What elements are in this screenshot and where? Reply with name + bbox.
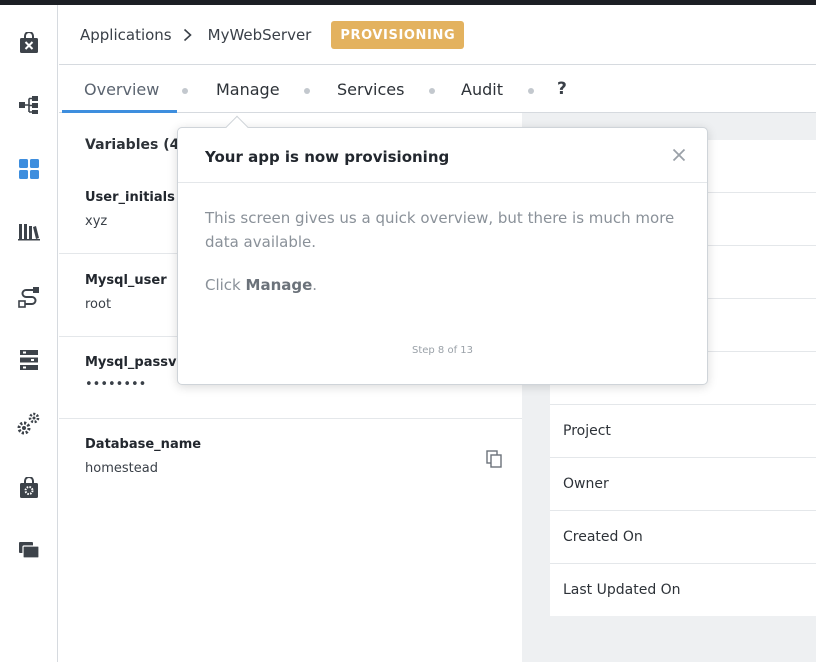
sidebar-item-endpoints[interactable] [0, 340, 58, 380]
copy-icon[interactable] [486, 450, 502, 468]
tab-separator-dot [429, 88, 435, 94]
tab-bar: Overview Manage Services Audit ? [59, 66, 816, 113]
detail-row-created-on: Created On [550, 511, 816, 564]
detail-label: Owner [563, 476, 609, 492]
help-button[interactable]: ? [557, 79, 567, 99]
sidebar-item-settings[interactable] [0, 404, 58, 444]
instruction-target: Manage [245, 276, 313, 294]
tab-audit[interactable]: Audit [461, 80, 503, 99]
popover-step-counter: Step 8 of 13 [411, 345, 474, 356]
breadcrumb: Applications MyWebServer PROVISIONING [59, 5, 816, 65]
detail-label: Project [563, 423, 611, 439]
breadcrumb-current: MyWebServer [207, 25, 312, 44]
chevron-right-icon [183, 28, 195, 42]
variable-value: homestead [85, 461, 158, 476]
app-store-icon [20, 32, 38, 53]
popover-instruction: Click Manage. [205, 276, 317, 294]
variable-name: Mysql_passv [85, 355, 177, 370]
popover-close-button[interactable] [668, 144, 690, 166]
detail-row-project: Project [550, 405, 816, 458]
marketplace-icon [20, 477, 38, 498]
sidebar-item-library[interactable] [0, 211, 58, 251]
detail-label: Created On [563, 529, 643, 545]
sidebar-item-app-store[interactable] [0, 23, 58, 63]
variable-value: root [85, 297, 112, 312]
library-icon [18, 224, 40, 241]
sidebar-item-applications[interactable] [0, 149, 58, 189]
instruction-prefix: Click [205, 276, 246, 294]
tab-overview[interactable]: Overview [84, 80, 159, 99]
sidebar-item-runbooks[interactable] [0, 277, 58, 317]
divider [59, 418, 522, 419]
close-icon [672, 148, 686, 162]
variable-name: Database_name [85, 437, 202, 452]
variables-title: Variables (4 [85, 137, 180, 153]
blueprint-icon [19, 96, 38, 114]
endpoints-icon [20, 350, 38, 370]
variable-value: •••••••• [85, 377, 147, 392]
walkthrough-popover: Your app is now provisioning This screen… [177, 115, 708, 385]
tab-services[interactable]: Services [337, 80, 404, 99]
tab-separator-dot [304, 88, 310, 94]
tab-separator-dot [182, 88, 188, 94]
sidebar [0, 5, 58, 662]
variable-value: xyz [85, 214, 108, 229]
sidebar-item-marketplace[interactable] [0, 468, 58, 508]
variable-name: Mysql_user [85, 273, 167, 288]
detail-row-last-updated-on: Last Updated On [550, 564, 816, 617]
detail-row-owner: Owner [550, 458, 816, 511]
tab-manage[interactable]: Manage [216, 80, 280, 99]
instruction-suffix: . [312, 276, 318, 294]
runbooks-icon [18, 287, 39, 308]
popover-body: This screen gives us a quick overview, b… [205, 209, 675, 251]
detail-label: Last Updated On [563, 582, 681, 598]
tab-separator-dot [528, 88, 534, 94]
sidebar-item-folders[interactable] [0, 530, 58, 570]
applications-icon [19, 159, 39, 179]
popover-title: Your app is now provisioning [205, 148, 450, 166]
folders-icon [19, 542, 40, 559]
sidebar-item-blueprints[interactable] [0, 85, 58, 125]
breadcrumb-applications-link[interactable]: Applications [80, 26, 172, 44]
divider [178, 182, 707, 183]
settings-icon [17, 412, 40, 435]
variable-name: User_initials [85, 190, 175, 205]
status-badge: PROVISIONING [331, 20, 465, 49]
